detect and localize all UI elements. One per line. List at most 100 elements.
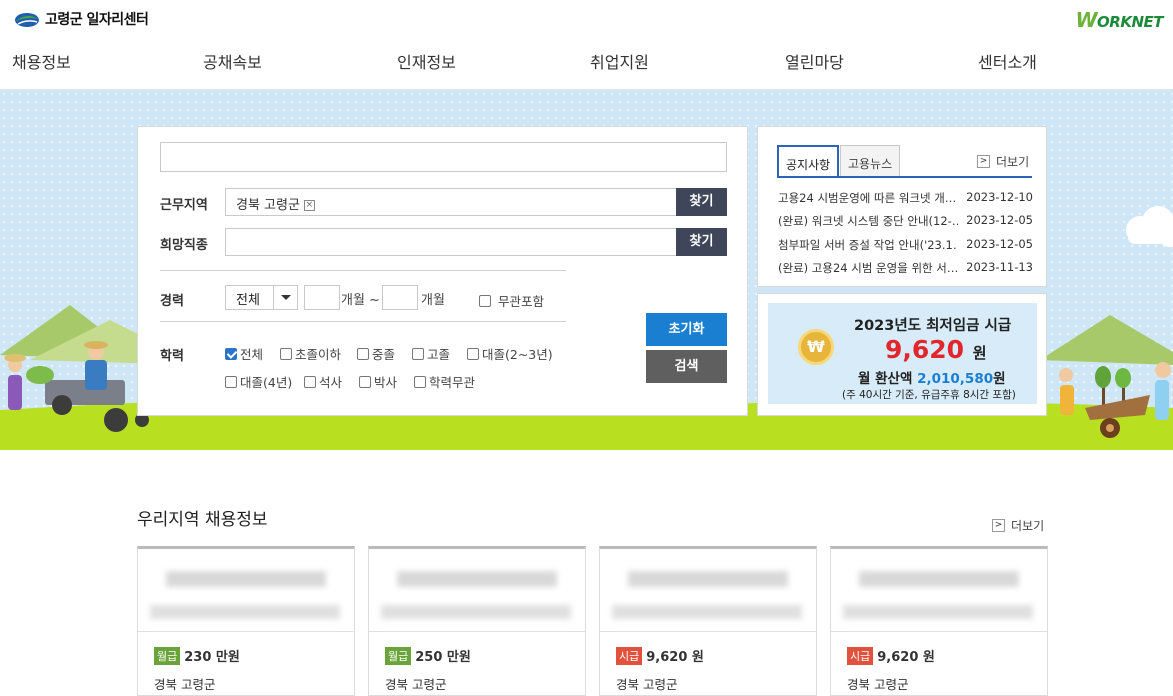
job-card[interactable]: 시급 9,620 원 경북 고령군 bbox=[599, 546, 817, 696]
checkbox-icon bbox=[304, 375, 316, 388]
job-type-field[interactable] bbox=[225, 228, 677, 256]
worknet-logo-mark: W bbox=[1075, 8, 1098, 32]
job-card[interactable]: 월급 230 만원 경북 고령군 bbox=[137, 546, 355, 696]
job-card[interactable]: 시급 9,620 원 경북 고령군 bbox=[830, 546, 1048, 696]
site-logo[interactable]: 고령군 일자리센터 bbox=[14, 9, 149, 29]
job-wage: 월급 250 만원 bbox=[385, 646, 471, 665]
divider bbox=[831, 631, 1047, 632]
nav-item-forum[interactable]: 열린마당 bbox=[785, 49, 844, 73]
banner-amount: 9,620 bbox=[885, 335, 965, 364]
more-label: 더보기 bbox=[1011, 519, 1045, 533]
notice-item[interactable]: 첨부파일 서버 증설 작업 안내('23.1… 2023-12-05 bbox=[778, 237, 1033, 253]
job-location: 경북 고령군 bbox=[847, 677, 909, 692]
nav-item-open-recruit[interactable]: 공채속보 bbox=[203, 49, 262, 73]
minimum-wage-banner[interactable]: ₩ 2023년도 최저임금 시급 9,620 원 월 환산액 2,010,580… bbox=[768, 303, 1037, 404]
edu-option-label: 중졸 bbox=[372, 347, 396, 362]
education-label: 학력 bbox=[160, 349, 184, 364]
edu-checkbox-university[interactable]: 대졸(4년) bbox=[225, 372, 292, 391]
banner-amount-line: 9,620 원 bbox=[885, 335, 987, 364]
nav-item-jobs[interactable]: 채용정보 bbox=[12, 49, 71, 73]
blurred-job-title bbox=[843, 605, 1033, 619]
checkbox-icon bbox=[225, 375, 237, 388]
divider bbox=[138, 631, 354, 632]
job-wage: 시급 9,620 원 bbox=[847, 646, 935, 665]
banner-monthly-amount: 2,010,580 bbox=[917, 371, 994, 387]
edu-checkbox-college[interactable]: 대졸(2~3년) bbox=[467, 344, 553, 363]
edu-option-label: 대졸(4년) bbox=[240, 375, 293, 390]
chevron-right-icon: > bbox=[992, 519, 1005, 532]
edu-checkbox-any[interactable]: 학력무관 bbox=[414, 372, 475, 391]
banner-title: 2023년도 최저임금 시급 bbox=[854, 318, 1012, 334]
edu-checkbox-elementary[interactable]: 초졸이하 bbox=[280, 344, 341, 363]
local-jobs-title: 우리지역 채용정보 bbox=[137, 510, 268, 530]
won-coin-icon: ₩ bbox=[798, 329, 834, 365]
edu-checkbox-phd[interactable]: 박사 bbox=[359, 372, 397, 391]
chevron-right-icon: > bbox=[977, 155, 990, 168]
wage-type-badge: 시급 bbox=[847, 646, 874, 665]
wage-type-badge: 월급 bbox=[385, 646, 412, 665]
career-min-input[interactable] bbox=[304, 285, 340, 310]
region-field[interactable]: 경북 고령군 × bbox=[225, 188, 677, 216]
remove-tag-icon[interactable]: × bbox=[303, 200, 315, 211]
wage-type-badge: 시급 bbox=[616, 646, 643, 665]
notice-item[interactable]: 고용24 시범운영에 따른 워크넷 개… 2023-12-10 bbox=[778, 190, 1033, 206]
notice-date: 2023-12-05 bbox=[966, 237, 1033, 251]
job-wage: 월급 230 만원 bbox=[154, 646, 240, 665]
checkbox-icon bbox=[357, 347, 369, 360]
nav-item-support[interactable]: 취업지원 bbox=[590, 49, 649, 73]
region-label: 근무지역 bbox=[160, 198, 208, 213]
career-any-label: 무관포함 bbox=[498, 294, 545, 309]
career-any-checkbox[interactable]: 무관포함 bbox=[479, 291, 544, 310]
worknet-logo-text: ORKNET bbox=[1097, 13, 1163, 31]
banner-monthly-suffix: 원 bbox=[993, 371, 1006, 387]
tab-employment-news[interactable]: 고용뉴스 bbox=[840, 145, 901, 176]
job-type-find-button[interactable]: 찾기 bbox=[676, 228, 727, 256]
divider bbox=[160, 270, 566, 271]
blurred-company-name bbox=[859, 571, 1019, 587]
checkbox-icon bbox=[412, 347, 424, 360]
notice-title: 고용24 시범운영에 따른 워크넷 개… bbox=[778, 191, 957, 205]
header: 고령군 일자리센터 WORKNET bbox=[0, 0, 1173, 40]
more-label: 더보기 bbox=[996, 155, 1030, 169]
month-unit-2: 개월 bbox=[421, 293, 445, 308]
search-button[interactable]: 검색 bbox=[646, 350, 727, 383]
edu-checkbox-middle[interactable]: 중졸 bbox=[357, 344, 395, 363]
blurred-company-name bbox=[166, 571, 326, 587]
banner-monthly-prefix: 월 환산액 bbox=[858, 371, 913, 387]
reset-button[interactable]: 초기화 bbox=[646, 313, 727, 346]
edu-option-label: 초졸이하 bbox=[295, 347, 342, 362]
edu-checkbox-high[interactable]: 고졸 bbox=[412, 344, 450, 363]
tab-notice[interactable]: 공지사항 bbox=[777, 145, 840, 178]
edu-option-label: 고졸 bbox=[427, 347, 451, 362]
job-location: 경북 고령군 bbox=[385, 677, 447, 692]
jobs-more-link[interactable]: > 더보기 bbox=[992, 517, 1044, 534]
notice-item[interactable]: (완료) 워크넷 시스템 중단 안내(12-… 2023-12-05 bbox=[778, 213, 1033, 229]
notice-date: 2023-12-10 bbox=[966, 190, 1033, 204]
keyword-input[interactable] bbox=[160, 142, 727, 172]
job-card[interactable]: 월급 250 만원 경북 고령군 bbox=[368, 546, 586, 696]
blurred-job-title bbox=[612, 605, 802, 619]
notice-date: 2023-11-13 bbox=[966, 260, 1033, 274]
worknet-logo[interactable]: WORKNET bbox=[1075, 8, 1163, 32]
wage-amount: 250 만원 bbox=[415, 650, 471, 665]
tab-underline bbox=[777, 176, 1032, 178]
job-location: 경북 고령군 bbox=[154, 677, 216, 692]
notice-more-link[interactable]: > 더보기 bbox=[977, 153, 1029, 170]
blurred-job-title bbox=[381, 605, 571, 619]
wage-amount: 9,620 원 bbox=[646, 650, 704, 665]
edu-checkbox-master[interactable]: 석사 bbox=[304, 372, 342, 391]
notice-item[interactable]: (완료) 고용24 시범 운영을 위한 서… 2023-11-13 bbox=[778, 260, 1033, 276]
region-find-button[interactable]: 찾기 bbox=[676, 188, 727, 216]
checkbox-icon bbox=[479, 294, 491, 307]
career-max-input[interactable] bbox=[382, 285, 418, 310]
nav-item-about[interactable]: 센터소개 bbox=[978, 49, 1037, 73]
nav-item-talent[interactable]: 인재정보 bbox=[397, 49, 456, 73]
checkbox-icon bbox=[414, 375, 426, 388]
edu-checkbox-all[interactable]: 전체 bbox=[225, 344, 263, 363]
checkbox-icon bbox=[359, 375, 371, 388]
banner-monthly-line: 월 환산액 2,010,580원 bbox=[858, 367, 1006, 387]
banner-panel: ₩ 2023년도 최저임금 시급 9,620 원 월 환산액 2,010,580… bbox=[757, 293, 1047, 416]
career-select[interactable]: 전체 bbox=[225, 285, 298, 310]
edu-option-label: 석사 bbox=[319, 375, 343, 390]
career-label: 경력 bbox=[160, 294, 184, 309]
